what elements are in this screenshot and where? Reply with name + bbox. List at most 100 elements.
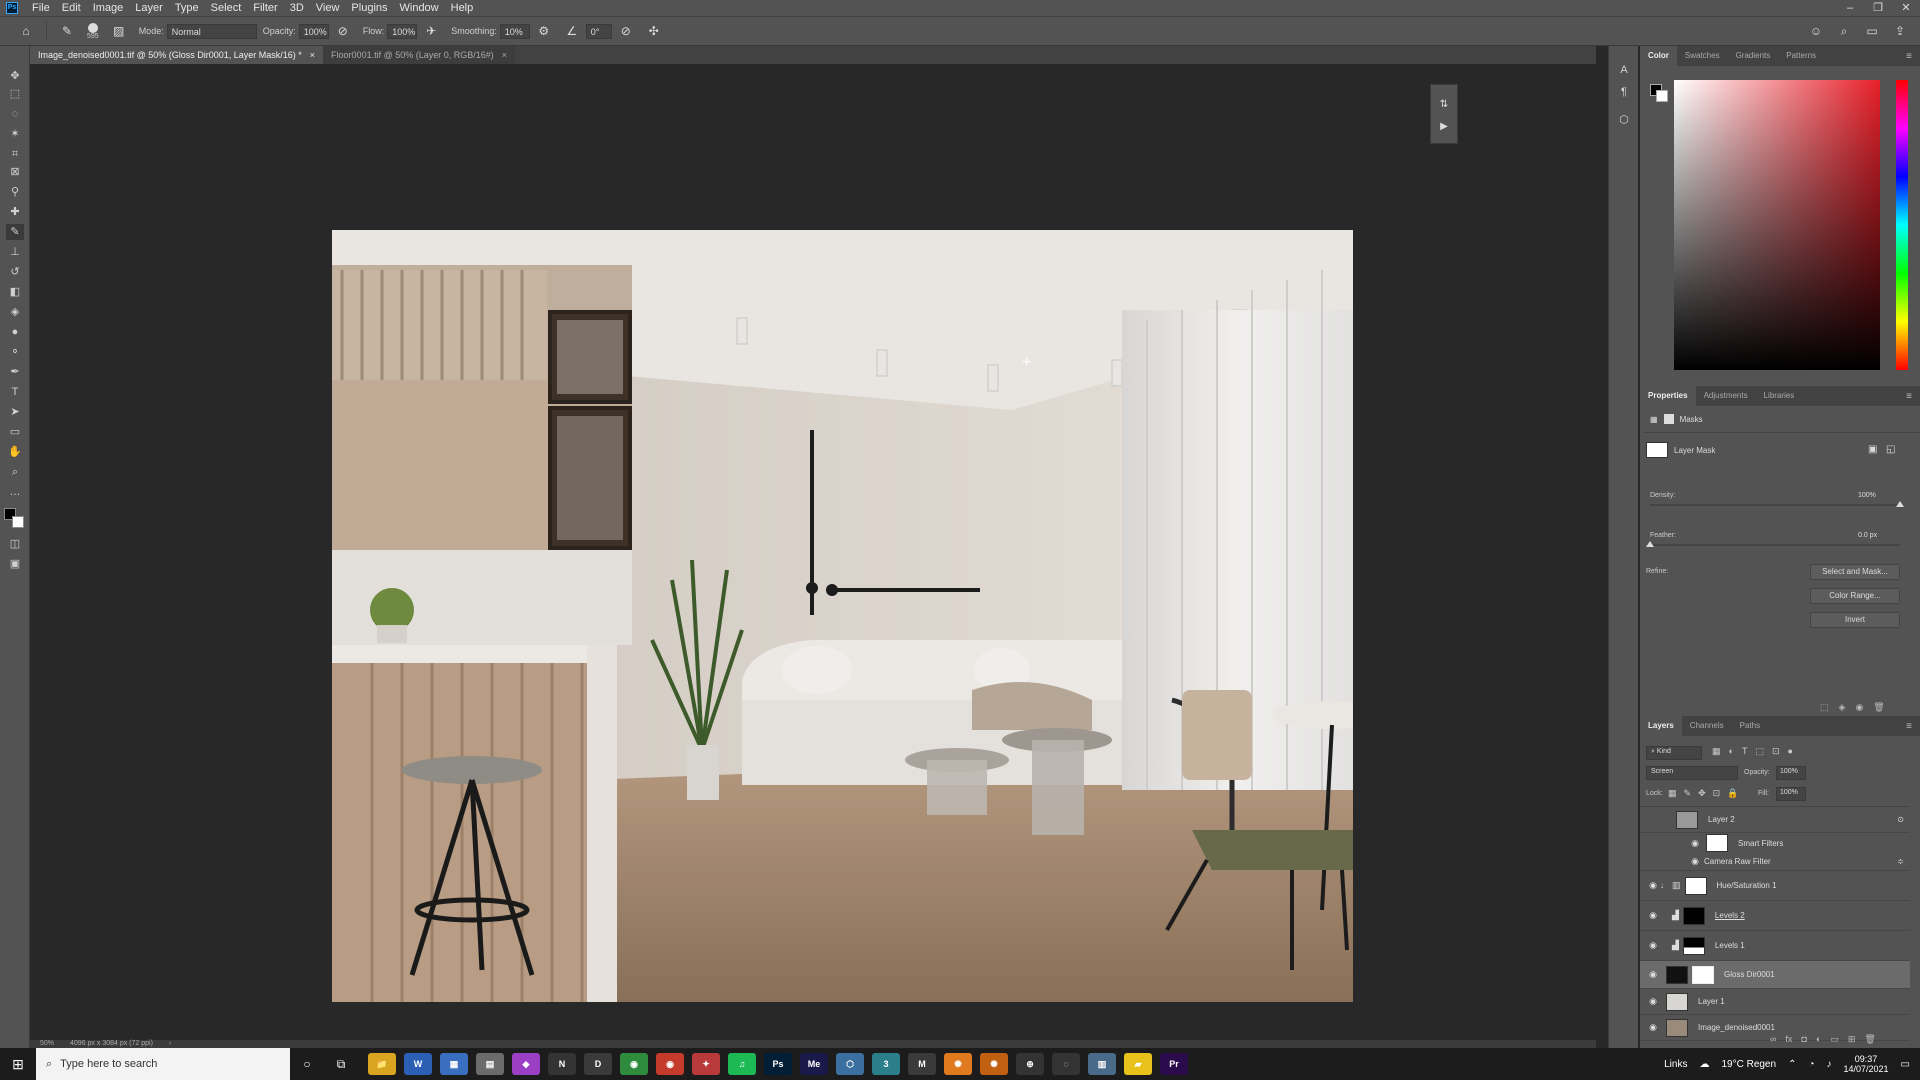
zoom-tool-icon[interactable]: ⌕ [6, 464, 24, 480]
history-brush-tool-icon[interactable]: ↺ [6, 264, 24, 280]
clock[interactable]: 09:37 14/07/2021 [1844, 1054, 1889, 1074]
rectangle-tool-icon[interactable]: ▭ [6, 424, 24, 440]
eraser-tool-icon[interactable]: ◧ [6, 284, 24, 300]
taskbar-app-icon[interactable]: W [404, 1053, 432, 1075]
mode-select[interactable]: Normal [166, 23, 257, 39]
taskbar-app-icon[interactable]: Ps [764, 1053, 792, 1075]
minimize-icon[interactable]: – [1836, 0, 1864, 16]
lasso-tool-icon[interactable]: ◌ [6, 106, 24, 122]
tab-paths[interactable]: Paths [1732, 716, 1768, 736]
magic-wand-tool-icon[interactable]: ✶ [6, 126, 24, 142]
filter-type-icon[interactable]: T [1742, 746, 1748, 757]
character-icon[interactable]: A [1615, 62, 1633, 78]
document-canvas[interactable] [332, 230, 1353, 1002]
layer-name[interactable]: Levels 2 [1715, 911, 1745, 920]
weather-widget[interactable]: 19°C Regen [1721, 1059, 1776, 1070]
density-value[interactable]: 100% [1858, 492, 1876, 499]
filter-options-icon[interactable]: ≑ [1897, 857, 1904, 866]
tray-chevron-icon[interactable]: ⌃ [1788, 1059, 1796, 1070]
layer-row[interactable]: ◉ ▟ Levels 2 [1640, 901, 1910, 931]
close-tab-icon[interactable]: × [310, 46, 315, 64]
taskbar-app-icon[interactable]: N [548, 1053, 576, 1075]
network-icon[interactable]: ◔ [1808, 1059, 1814, 1070]
blend-mode-select[interactable]: Screen [1646, 766, 1738, 780]
lock-image-icon[interactable]: ✎ [1684, 788, 1692, 799]
feather-slider[interactable] [1646, 541, 1900, 547]
taskbar-app-icon[interactable]: ▦ [440, 1053, 468, 1075]
taskbar-app-icon[interactable]: 3 [872, 1053, 900, 1075]
background-color-swatch[interactable] [12, 516, 24, 528]
visibility-toggle-icon[interactable]: ◉ [1646, 910, 1660, 921]
feather-slider-thumb[interactable] [1646, 541, 1654, 547]
history-icon[interactable]: ⇅ [1437, 99, 1451, 113]
flow-field[interactable]: 100% [387, 23, 418, 39]
paragraph-icon[interactable]: ¶ [1615, 84, 1633, 100]
add-vector-mask-icon[interactable]: ◱ [1886, 444, 1895, 455]
quick-mask-icon[interactable]: ◫ [6, 536, 24, 552]
lock-artboard-icon[interactable]: ⊡ [1713, 788, 1721, 799]
lock-position-icon[interactable]: ✥ [1698, 788, 1706, 799]
brush-preset-picker[interactable]: 595 [87, 22, 99, 40]
healing-brush-tool-icon[interactable]: ✚ [6, 204, 24, 220]
brush-settings-icon[interactable]: ▨ [110, 22, 128, 40]
taskbar-search-box[interactable]: ⌕ Type here to search [36, 1048, 290, 1080]
marquee-tool-icon[interactable]: ⬚ [6, 86, 24, 102]
brush-tool-icon[interactable]: ✎ [6, 224, 24, 240]
move-tool-icon[interactable]: ✥ [6, 68, 24, 84]
visibility-toggle-icon[interactable]: ◉ [1646, 880, 1660, 891]
density-slider-thumb[interactable] [1896, 501, 1904, 507]
tab-libraries[interactable]: Libraries [1756, 386, 1803, 406]
filter-adjustment-icon[interactable]: ◐ [1729, 746, 1734, 757]
taskbar-app-icon[interactable]: Pr [1160, 1053, 1188, 1075]
user-icon[interactable]: ☺ [1807, 22, 1825, 40]
pixel-mask-icon[interactable]: ▦ [1650, 415, 1658, 424]
lock-all-icon[interactable]: 🔒 [1727, 788, 1738, 799]
airbrush-icon[interactable]: ✈ [422, 22, 440, 40]
layer-row[interactable]: ◉ Camera Raw Filter ≑ [1640, 853, 1910, 871]
tab-swatches[interactable]: Swatches [1677, 46, 1728, 66]
windows-start-icon[interactable]: ⊞ [0, 1056, 36, 1073]
menu-file[interactable]: File [26, 2, 56, 14]
filter-pixel-icon[interactable]: ▦ [1712, 746, 1721, 757]
density-slider[interactable] [1650, 501, 1904, 507]
layer-name[interactable]: Smart Filters [1738, 839, 1783, 848]
visibility-toggle-icon[interactable]: ◉ [1646, 969, 1660, 980]
home-icon[interactable]: ⌂ [17, 22, 35, 40]
visibility-toggle-icon[interactable]: ◉ [1646, 996, 1660, 1007]
tab-adjustments[interactable]: Adjustments [1696, 386, 1756, 406]
new-adjustment-icon[interactable]: ◐ [1816, 1034, 1821, 1045]
notifications-icon[interactable]: ▭ [1901, 1059, 1910, 1070]
share-icon[interactable]: ⇪ [1891, 22, 1909, 40]
layer-row[interactable]: ◉ ↓ ▥ Hue/Saturation 1 [1640, 871, 1910, 901]
tab-layers[interactable]: Layers [1640, 716, 1682, 736]
color-field[interactable] [1674, 80, 1880, 370]
delete-mask-icon[interactable]: 🗑 [1873, 702, 1884, 713]
frame-tool-icon[interactable]: ⊠ [6, 164, 24, 180]
symmetry-icon[interactable]: ✣ [645, 22, 663, 40]
taskbar-app-icon[interactable]: ⬡ [836, 1053, 864, 1075]
taskbar-app-icon[interactable]: ✺ [944, 1053, 972, 1075]
3d-icon[interactable]: ⬡ [1615, 112, 1633, 128]
path-selection-tool-icon[interactable]: ➤ [6, 404, 24, 420]
tab-gradients[interactable]: Gradients [1728, 46, 1779, 66]
smoothing-field[interactable]: 10% [499, 23, 530, 39]
visibility-toggle-icon[interactable]: ◉ [1688, 856, 1702, 867]
play-icon[interactable]: ▶ [1437, 121, 1451, 135]
taskbar-app-icon[interactable]: M [908, 1053, 936, 1075]
blur-tool-icon[interactable]: ● [6, 324, 24, 340]
feather-value[interactable]: 0.0 px [1858, 532, 1877, 539]
clone-stamp-tool-icon[interactable]: ⊥ [6, 244, 24, 260]
cortana-icon[interactable]: ○ [290, 1057, 324, 1071]
tab-floor[interactable]: Floor0001.tif @ 50% (Layer 0, RGB/16#) × [323, 46, 516, 64]
angle-field[interactable]: 0° [585, 23, 612, 39]
taskbar-app-icon[interactable]: Me [800, 1053, 828, 1075]
search-icon[interactable]: ⌕ [1835, 22, 1853, 40]
screen-mode-icon[interactable]: ▣ [6, 556, 24, 572]
menu-edit[interactable]: Edit [56, 2, 87, 14]
layer-row[interactable]: ◉ Smart Filters [1640, 833, 1910, 853]
menu-filter[interactable]: Filter [247, 2, 283, 14]
tab-properties[interactable]: Properties [1640, 386, 1696, 406]
close-icon[interactable]: ✕ [1892, 0, 1920, 16]
taskbar-app-icon[interactable]: ✦ [692, 1053, 720, 1075]
close-tab-icon[interactable]: × [502, 46, 507, 64]
